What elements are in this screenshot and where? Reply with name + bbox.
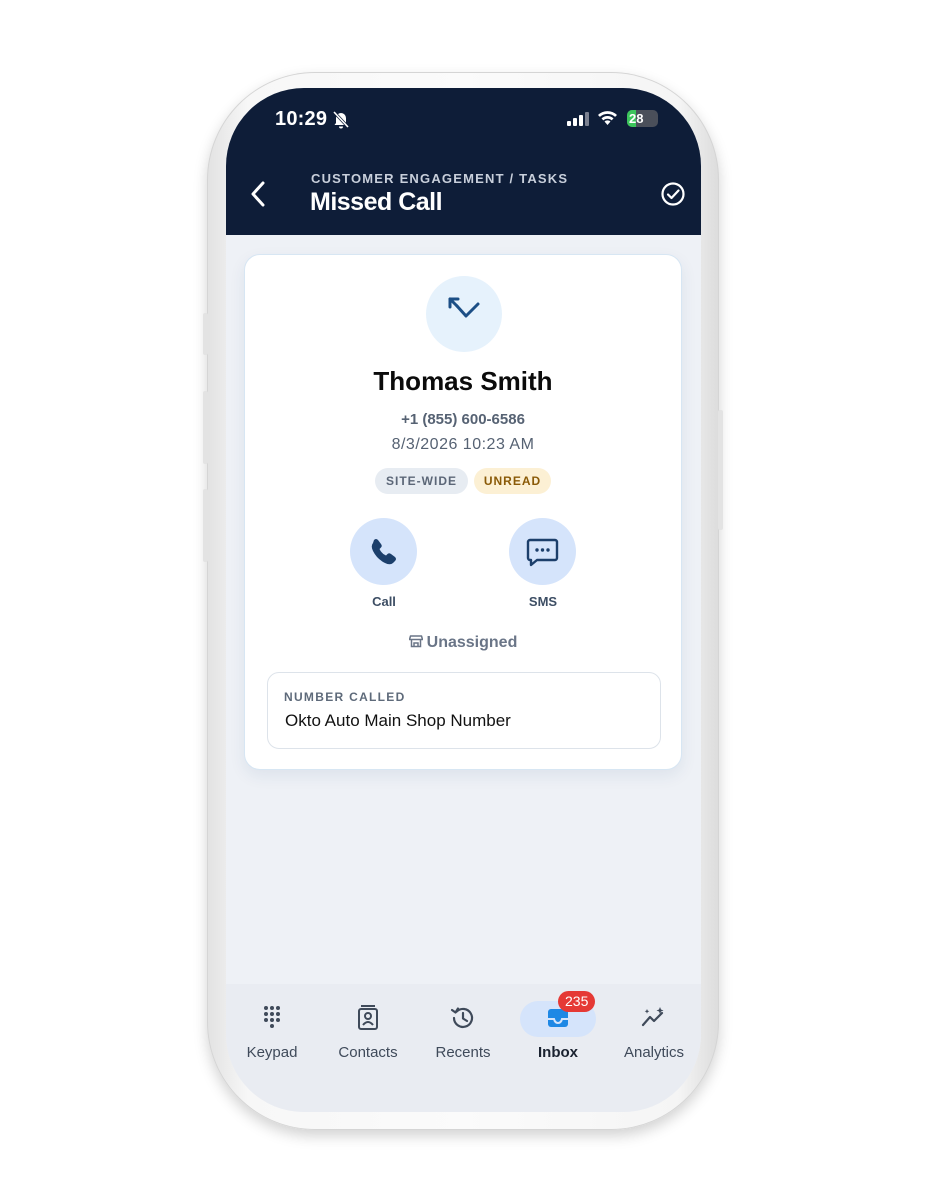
call-detail-card: Thomas Smith +1 (855) 600-6586 8/3/2026 …: [244, 254, 682, 770]
volume-down-button: [203, 489, 208, 562]
assignment-label: Unassigned: [426, 634, 518, 651]
tab-contacts[interactable]: Contacts: [320, 984, 416, 1074]
tab-keypad-label: Keypad: [246, 1044, 298, 1061]
message-icon: [526, 538, 559, 567]
power-button: [718, 410, 723, 530]
keypad-icon: [264, 1006, 280, 1028]
analytics-icon: [641, 1007, 664, 1027]
sms-label: SMS: [528, 594, 558, 609]
screen: 10:29 28 CUSTOMER ENGAGEMENT / TASKS Mis…: [226, 88, 701, 1112]
volume-up-button: [203, 391, 208, 464]
phone-number: +1 (855) 600-6586: [401, 411, 525, 428]
contact-name: Thomas Smith: [373, 366, 553, 396]
header: 10:29 28 CUSTOMER ENGAGEMENT / TASKS Mis…: [226, 88, 701, 235]
tab-inbox[interactable]: 235 Inbox: [510, 984, 606, 1074]
phone-icon: [371, 539, 396, 565]
breadcrumb: CUSTOMER ENGAGEMENT / TASKS: [311, 171, 569, 186]
call-label: Call: [372, 594, 396, 609]
tab-analytics[interactable]: Analytics: [606, 984, 701, 1074]
page-title: Missed Call: [310, 188, 443, 216]
tab-bar: Keypad Contacts Recents 235 Inbox Analyt…: [226, 984, 701, 1112]
chevron-left-icon[interactable]: [248, 180, 268, 208]
check-circle-icon[interactable]: [660, 181, 686, 207]
tab-inbox-label: Inbox: [538, 1044, 578, 1061]
signal-icon: [567, 112, 589, 126]
tab-analytics-label: Analytics: [623, 1044, 685, 1061]
assignment-row[interactable]: Unassigned: [245, 634, 681, 652]
wifi-icon: [598, 111, 617, 125]
history-icon: [450, 1007, 474, 1028]
side-button: [203, 313, 208, 355]
status-time: 10:29: [275, 108, 328, 130]
store-icon: [408, 635, 423, 648]
tab-recents-label: Recents: [435, 1044, 491, 1061]
bell-off-icon: [332, 110, 350, 129]
tab-keypad[interactable]: Keypad: [226, 984, 320, 1074]
missed-call-icon: [426, 276, 502, 352]
battery-icon: 28: [627, 110, 658, 127]
tab-recents[interactable]: Recents: [415, 984, 511, 1074]
unread-badge: UNREAD: [474, 468, 551, 494]
number-called-value: Okto Auto Main Shop Number: [285, 711, 511, 730]
battery-level: 28: [629, 111, 644, 126]
sms-button[interactable]: [509, 518, 576, 585]
inbox-count-badge: 235: [558, 991, 596, 1012]
number-called-label: NUMBER CALLED: [284, 690, 406, 704]
site-wide-badge: SITE-WIDE: [375, 468, 468, 494]
contacts-icon: [358, 1005, 378, 1030]
call-button[interactable]: [350, 518, 417, 585]
call-datetime: 8/3/2026 10:23 AM: [391, 436, 535, 453]
number-called-box: NUMBER CALLED Okto Auto Main Shop Number: [267, 672, 661, 749]
tab-contacts-label: Contacts: [338, 1044, 398, 1061]
